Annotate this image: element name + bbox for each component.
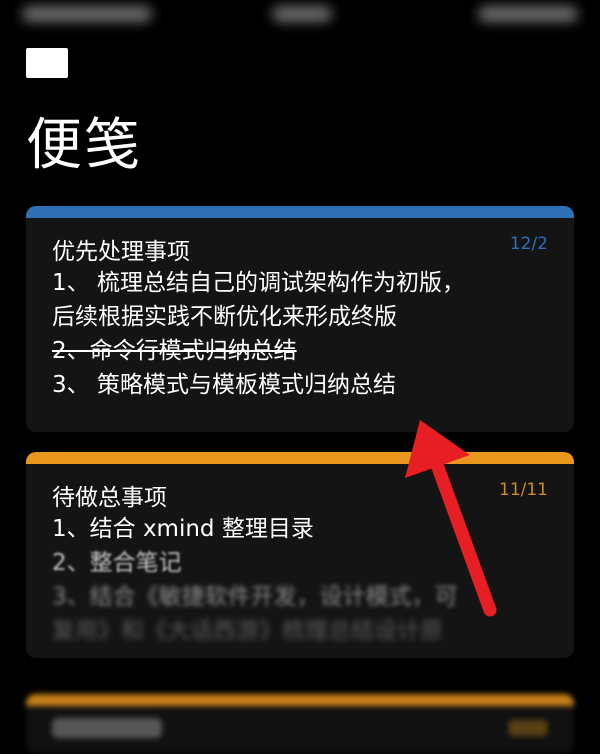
note-date-placeholder: [508, 720, 548, 736]
note-body: 1、 梳理总结自己的调试架构作为初版， 后续根据实践不断优化来形成终版 2、命令…: [52, 266, 552, 402]
note-line: 2、整合笔记: [52, 550, 182, 576]
note-color-stripe: [26, 452, 574, 464]
note-color-stripe: [26, 694, 574, 706]
clock: [272, 6, 332, 22]
note-date: 11/11: [499, 480, 548, 500]
note-title: 待做总事项: [52, 485, 167, 511]
note-body: 1、结合 xmind 整理目录 2、整合笔记 3、结合《敏捷软件开发，设计模式，…: [52, 512, 552, 648]
note-line: 3、结合《敏捷软件开发，设计模式，可: [52, 584, 458, 610]
battery-indicator: [478, 6, 578, 22]
note-line: 3、 策略模式与模板模式归纳总结: [52, 372, 396, 398]
note-title-placeholder: [52, 718, 162, 738]
note-line: 1、 梳理总结自己的调试架构作为初版，: [52, 270, 465, 296]
note-color-stripe: [26, 206, 574, 218]
status-bar: [0, 0, 600, 34]
note-card[interactable]: 优先处理事项 12/2 1、 梳理总结自己的调试架构作为初版， 后续根据实践不断…: [26, 206, 574, 432]
note-line: 复用》和《大话西游》梳理总结设计原: [52, 618, 443, 644]
note-line: 后续根据实践不断优化来形成终版: [52, 304, 397, 330]
app-icon[interactable]: [26, 48, 68, 78]
note-date: 12/2: [509, 234, 548, 254]
carrier-indicator: [22, 6, 152, 22]
note-line: 1、结合 xmind 整理目录: [52, 516, 314, 542]
note-card[interactable]: [26, 694, 574, 754]
page-title: 便笺: [26, 113, 142, 178]
note-line-completed: 2、命令行模式归纳总结: [52, 338, 297, 364]
note-card[interactable]: 待做总事项 11/11 1、结合 xmind 整理目录 2、整合笔记 3、结合《…: [26, 452, 574, 658]
note-title: 优先处理事项: [52, 239, 190, 265]
